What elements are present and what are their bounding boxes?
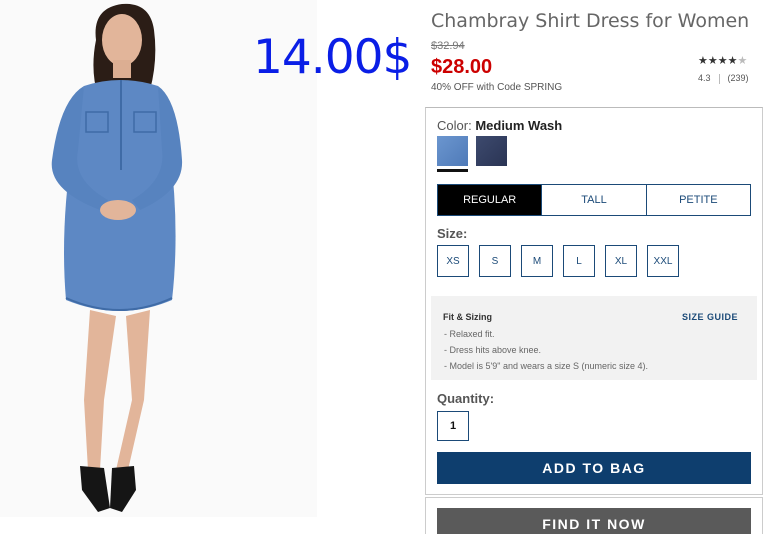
color-label: Color: Medium Wash (437, 118, 562, 133)
size-guide-link[interactable]: SIZE GUIDE (682, 312, 738, 322)
size-button-xs[interactable]: XS (437, 245, 469, 277)
list-item: Dress hits above knee. (444, 342, 648, 358)
find-it-now-button[interactable]: FIND IT NOW (437, 508, 751, 534)
star-rating[interactable]: ★★★★★ (698, 54, 747, 67)
selected-color-name: Medium Wash (475, 118, 563, 133)
overlay-price-text: 14.00$ (253, 30, 412, 85)
color-swatch-dark-wash[interactable] (476, 136, 507, 166)
fit-sizing-list: Relaxed fit. Dress hits above knee. Mode… (444, 326, 649, 374)
star-filled-icons: ★★★★ (698, 55, 738, 67)
size-button-s[interactable]: S (479, 245, 511, 277)
quantity-select[interactable]: 1 (437, 411, 469, 441)
size-button-m[interactable]: M (521, 245, 553, 277)
review-count: (239) (727, 73, 749, 83)
size-options: XS S M L XL XXL (437, 245, 679, 277)
rating-value: 4.3 (698, 73, 711, 83)
list-item: Model is 5'9" and wears a size S (numeri… (444, 358, 649, 374)
sale-price: $28.00 (431, 56, 493, 78)
quantity-label: Quantity: (437, 391, 495, 406)
original-price: $32.94 (431, 40, 465, 52)
size-button-l[interactable]: L (563, 245, 595, 277)
color-swatch-medium-wash[interactable] (437, 136, 468, 166)
tab-regular[interactable]: REGULAR (438, 185, 542, 215)
size-button-xxl[interactable]: XXL (647, 245, 679, 277)
product-title: Chambray Shirt Dress for Women (431, 10, 750, 32)
size-label: Size: (437, 226, 468, 241)
list-item: Relaxed fit. (444, 326, 648, 342)
tab-petite[interactable]: PETITE (645, 185, 750, 215)
promo-text: 40% OFF with Code SPRING (431, 82, 563, 93)
rating-summary[interactable]: 4.3 (239) (698, 73, 749, 84)
selected-swatch-indicator (437, 169, 468, 172)
add-to-bag-button[interactable]: ADD TO BAG (437, 452, 751, 484)
tab-tall[interactable]: TALL (541, 185, 645, 215)
divider (718, 73, 720, 84)
fit-sizing-title: Fit & Sizing (443, 312, 492, 322)
fit-tabs: REGULAR TALL PETITE (437, 184, 751, 216)
color-label-prefix: Color: (437, 118, 472, 133)
size-button-xl[interactable]: XL (605, 245, 637, 277)
star-empty-icon: ★ (737, 55, 748, 67)
